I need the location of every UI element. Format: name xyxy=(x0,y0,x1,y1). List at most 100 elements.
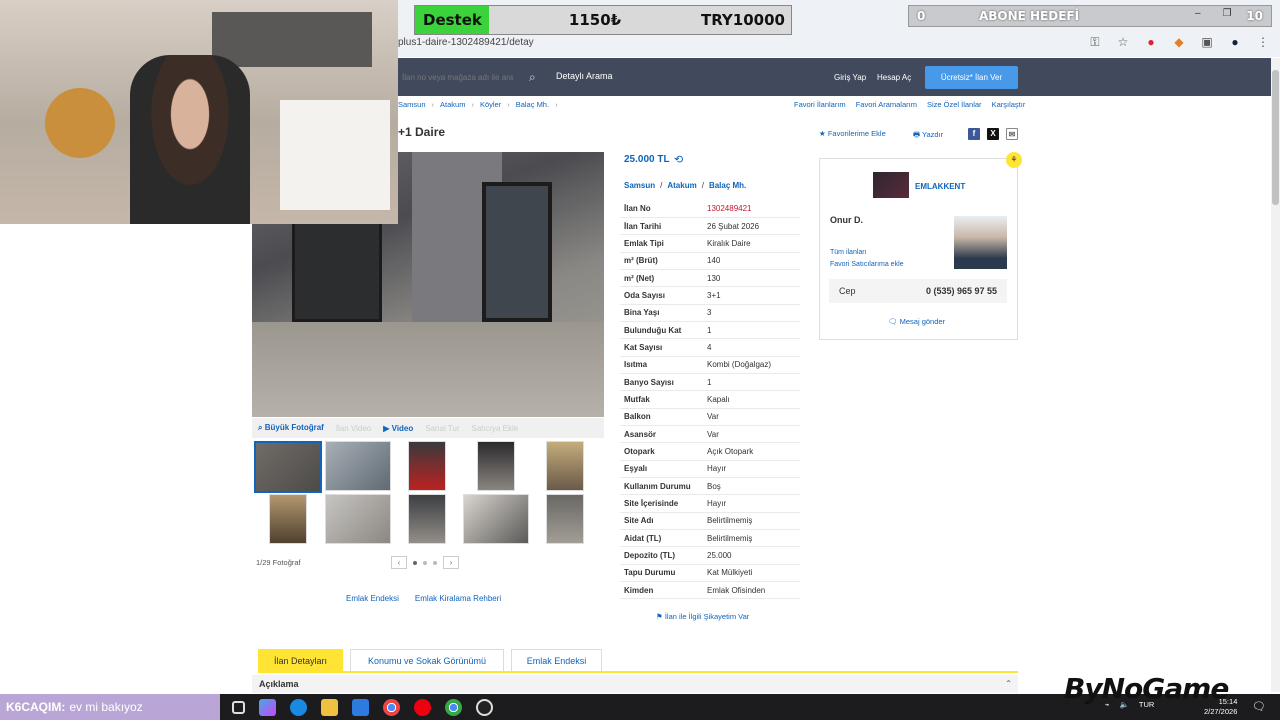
photo-thumbnail[interactable] xyxy=(408,494,446,544)
system-clock[interactable]: 15:14 2/27/2026 xyxy=(1204,697,1237,717)
photo-thumbnail[interactable] xyxy=(325,441,391,491)
info-key: Mutfak xyxy=(620,390,703,409)
store-icon[interactable] xyxy=(352,699,369,716)
metamask-icon[interactable]: ◆ xyxy=(1172,35,1186,50)
obs-icon[interactable] xyxy=(476,699,493,716)
next-page-button[interactable]: › xyxy=(443,556,459,569)
detail-search-link[interactable]: Detaylı Arama xyxy=(556,71,613,81)
info-value: 3+1 xyxy=(703,286,800,305)
send-message-link[interactable]: 🗨 Mesaj gönder xyxy=(888,317,945,326)
key-icon[interactable]: ⚿ xyxy=(1088,35,1102,50)
register-link[interactable]: Hesap Aç xyxy=(877,73,911,82)
rent-guide-link[interactable]: Emlak Kiralama Rehberi xyxy=(415,594,501,603)
login-link[interactable]: Giriş Yap xyxy=(834,73,866,82)
menu-icon[interactable]: ⋮ xyxy=(1256,35,1270,50)
virtual-tour-button: Sanal Tur xyxy=(425,423,460,433)
sub-label: ABONE HEDEFİ xyxy=(978,9,1080,23)
volume-icon[interactable]: 🔈 xyxy=(1120,700,1129,709)
photo-thumbnail[interactable] xyxy=(546,441,584,491)
breadcrumb-item[interactable]: Atakum xyxy=(440,100,465,109)
restore-icon[interactable]: ❐ xyxy=(1223,8,1232,19)
breadcrumb-item[interactable]: Köyler xyxy=(480,100,501,109)
pager-dot[interactable] xyxy=(433,560,437,565)
pager-dot[interactable] xyxy=(423,560,427,565)
phone-number[interactable]: 0 (535) 965 97 55 xyxy=(926,286,997,296)
star-icon[interactable]: ☆ xyxy=(1116,35,1130,50)
location-neighborhood[interactable]: Balaç Mh. xyxy=(709,181,746,190)
fav-listings-link[interactable]: Favori İlanlarım xyxy=(794,100,846,109)
scrollbar-thumb[interactable] xyxy=(1272,70,1279,205)
all-ads-link[interactable]: Tüm ilanları xyxy=(830,249,867,256)
chat-overlay: K6CAQIM: ev mi bakıyoz xyxy=(0,694,220,720)
info-value: 26 Şubat 2026 xyxy=(703,217,800,236)
facebook-icon[interactable]: f xyxy=(968,128,980,140)
taskbar-apps xyxy=(232,699,493,716)
search-icon[interactable]: ⌕ xyxy=(529,70,543,84)
tab-location[interactable]: Konumu ve Sokak Görünümü xyxy=(350,649,504,672)
photo-thumbnail[interactable] xyxy=(325,494,391,544)
large-photo-button[interactable]: ⌕ Büyük Fotoğraf xyxy=(258,423,324,433)
emlak-index-link[interactable]: Emlak Endeksi xyxy=(346,594,399,603)
location-district[interactable]: Atakum xyxy=(667,181,696,190)
chrome-icon[interactable] xyxy=(383,699,400,716)
language-indicator[interactable]: TUR xyxy=(1139,700,1154,709)
info-key: Kullanım Durumu xyxy=(620,477,703,496)
prev-page-button[interactable]: ‹ xyxy=(391,556,407,569)
photo-thumbnail[interactable] xyxy=(477,441,515,491)
info-key: Banyo Sayısı xyxy=(620,373,703,392)
compare-link[interactable]: Karşılaştır xyxy=(992,100,1026,109)
info-value: Kapalı xyxy=(703,390,800,409)
free-ad-button[interactable]: Ücretsiz* İlan Ver xyxy=(925,66,1018,89)
search-input[interactable] xyxy=(398,66,546,88)
print-link[interactable]: 🖶 Yazdır xyxy=(913,129,943,142)
add-favorite-link[interactable]: ★ Favorilerime Ekle xyxy=(819,129,886,138)
info-row: Site İçerisinde Hayır xyxy=(620,494,800,513)
special-listings-link[interactable]: Size Özel İlanlar xyxy=(927,100,982,109)
sub-target: 10 xyxy=(1246,9,1263,23)
listing-info-table: İlan No 1302489421 İlan Tarihi 26 Şubat 202… xyxy=(620,200,800,600)
photo-sub-links: Emlak Endeksi Emlak Kiralama Rehberi xyxy=(346,594,501,603)
photo-thumbnail[interactable] xyxy=(269,494,307,544)
task-view-icon[interactable] xyxy=(232,701,245,714)
opera-icon[interactable] xyxy=(414,699,431,716)
extension-badge-icon[interactable]: ● xyxy=(1144,35,1158,50)
edge-icon[interactable] xyxy=(290,699,307,716)
info-key: Aidat (TL) xyxy=(620,529,703,548)
breadcrumb-sep: › xyxy=(507,100,510,109)
photo-thumbnail[interactable] xyxy=(463,494,529,544)
tab-listing-details[interactable]: İlan Detayları xyxy=(258,649,343,672)
webcam-teddy-bear xyxy=(45,88,115,158)
donation-target: TRY10000 xyxy=(700,11,785,29)
store-name[interactable]: EMLAKKENT xyxy=(915,182,965,191)
price-history-icon[interactable]: ⟲ xyxy=(674,153,683,166)
copilot-icon[interactable] xyxy=(259,699,276,716)
tab-emlak-index[interactable]: Emlak Endeksi xyxy=(511,649,602,672)
store-logo[interactable] xyxy=(873,172,909,198)
fav-seller-link[interactable]: Favori Satıcılarıma ekle xyxy=(830,261,904,268)
mail-icon[interactable]: ✉ xyxy=(1006,128,1018,140)
x-icon[interactable]: X xyxy=(987,128,999,140)
minimize-icon[interactable]: – xyxy=(1195,8,1201,19)
video-button[interactable]: ▶ Video xyxy=(383,424,413,433)
fav-searches-link[interactable]: Favori Aramalarım xyxy=(856,100,917,109)
info-key: Emlak Tipi xyxy=(620,234,703,253)
window-controls: – ❐ xyxy=(1195,8,1232,19)
collapse-icon[interactable]: ⌃ xyxy=(1005,675,1012,693)
location-city[interactable]: Samsun xyxy=(624,181,655,190)
breadcrumb-item[interactable]: Balaç Mh. xyxy=(516,100,549,109)
chrome-active-icon[interactable] xyxy=(445,699,462,716)
photo-thumbnail[interactable] xyxy=(408,441,446,491)
breadcrumb-item[interactable]: Samsun xyxy=(398,100,426,109)
pager-dot[interactable] xyxy=(413,560,417,565)
wifi-icon[interactable]: ⌁ xyxy=(1105,700,1110,709)
description-header[interactable]: Açıklama ⌃ xyxy=(252,675,1018,693)
photo-thumbnail[interactable] xyxy=(546,494,584,544)
notification-icon[interactable]: 🗨 xyxy=(1252,700,1266,713)
profile-icon[interactable]: ● xyxy=(1228,35,1242,50)
seller-owner-name: Onur D. xyxy=(830,215,863,225)
user-links: Favori İlanlarım Favori Aramalarım Size … xyxy=(794,100,1025,109)
complaint-link[interactable]: ⚑ İlan ile İlgili Şikayetim Var xyxy=(656,612,749,621)
puzzle-icon[interactable]: ▣ xyxy=(1200,35,1214,50)
photo-thumbnail[interactable] xyxy=(254,441,322,493)
explorer-icon[interactable] xyxy=(321,699,338,716)
